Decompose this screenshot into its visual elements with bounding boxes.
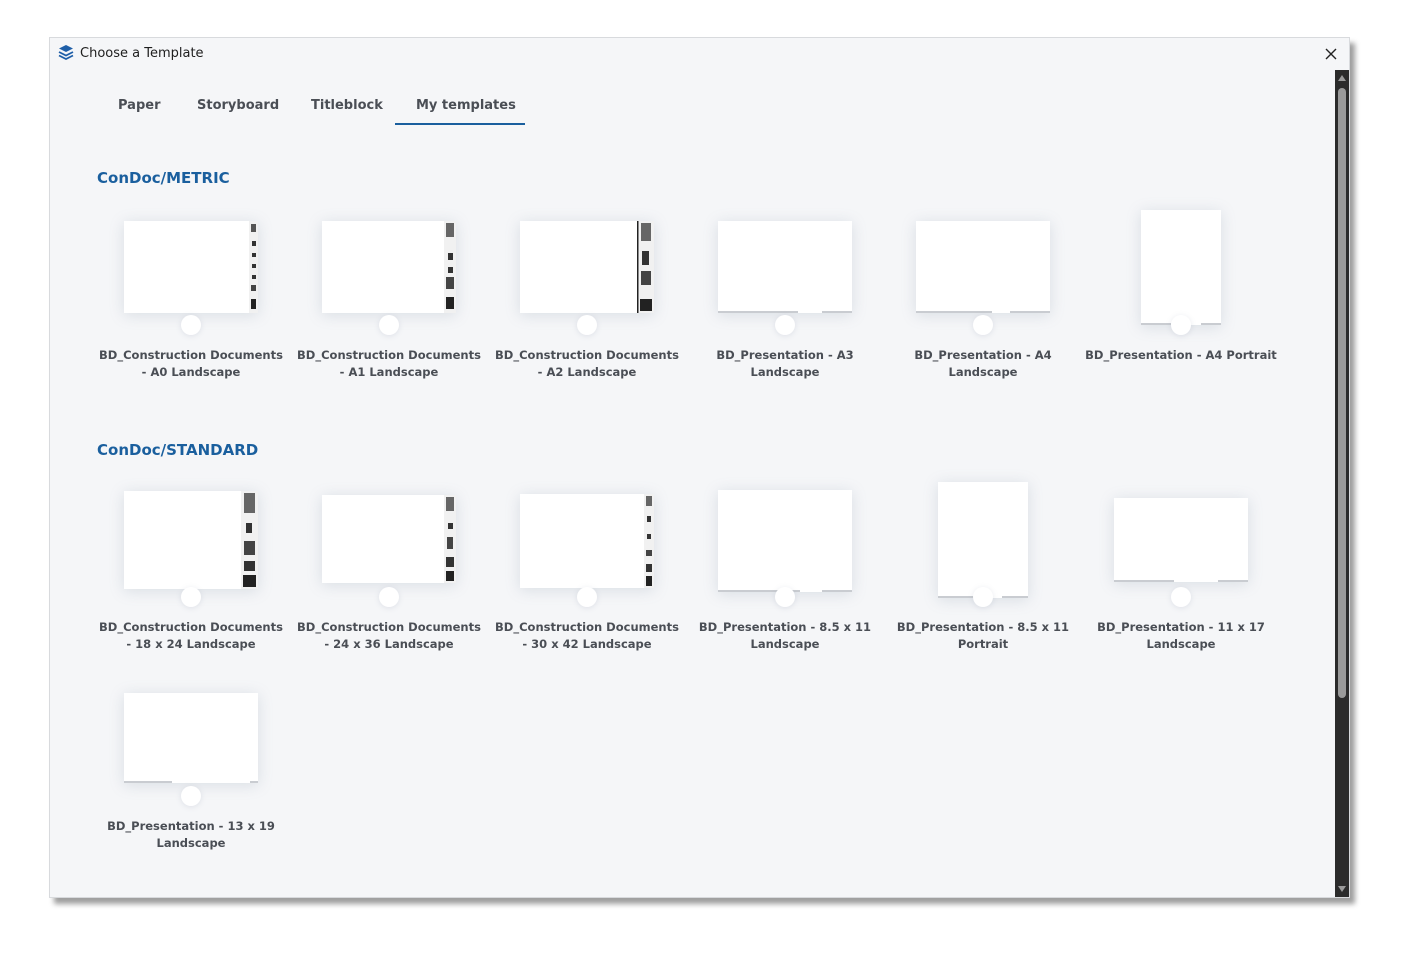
template-thumbnail (322, 495, 456, 583)
template-label: BD_Construction Documents - A2 Landscape (495, 348, 679, 379)
select-dot (973, 587, 993, 607)
template-label: BD_Presentation - 8.5 x 11 Portrait (896, 620, 1070, 651)
template-thumbnail (520, 221, 654, 313)
scroll-down-icon[interactable] (1338, 885, 1346, 893)
select-dot (577, 315, 597, 335)
select-dot (181, 315, 201, 335)
template-card[interactable]: BD_Construction Documents - 18 x 24 Lands… (92, 482, 290, 662)
template-label: BD_Construction Documents - 30 x 42 Lands… (495, 620, 679, 651)
template-card[interactable]: BD_Construction Documents - A0 Landscape (92, 210, 290, 390)
tab-paper[interactable]: Paper (118, 98, 161, 113)
select-dot (577, 587, 597, 607)
select-dot (1171, 315, 1191, 335)
template-tabs: Paper Storyboard Titleblock My templates (50, 94, 650, 128)
template-card[interactable]: BD_Presentation - 11 x 17 Landscape (1082, 482, 1280, 662)
template-thumbnail (322, 221, 456, 313)
template-thumbnail (916, 221, 1050, 313)
template-thumbnail (124, 693, 258, 783)
template-card[interactable]: BD_Presentation - 8.5 x 11 Landscape (686, 482, 884, 662)
window-title: Choose a Template (80, 46, 204, 61)
select-dot (181, 786, 201, 806)
template-thumbnail (520, 494, 654, 588)
layers-icon (58, 44, 74, 62)
template-label: BD_Presentation - A4 Portrait (1085, 348, 1277, 362)
template-label: BD_Presentation - 8.5 x 11 Landscape (698, 620, 872, 651)
select-dot (973, 315, 993, 335)
select-dot (181, 587, 201, 607)
tab-my-templates[interactable]: My templates (416, 98, 516, 113)
template-thumbnail (718, 221, 852, 313)
template-label: BD_Construction Documents - 18 x 24 Lands… (99, 620, 283, 651)
select-dot (775, 587, 795, 607)
template-card[interactable]: BD_Construction Documents - 24 x 36 Lands… (290, 482, 488, 662)
template-card[interactable]: BD_Presentation - 13 x 19 Landscape (92, 681, 290, 861)
select-dot (775, 315, 795, 335)
template-thumbnail (124, 221, 258, 313)
section-title-standard: ConDoc/STANDARD (97, 441, 259, 459)
tab-titleblock[interactable]: Titleblock (311, 98, 383, 113)
scroll-up-icon[interactable] (1338, 74, 1346, 82)
close-button[interactable] (1319, 42, 1343, 66)
title-bar: Choose a Template (50, 38, 1349, 70)
template-card[interactable]: BD_Construction Documents - 30 x 42 Lands… (488, 482, 686, 662)
tab-storyboard[interactable]: Storyboard (197, 98, 279, 113)
template-label: BD_Presentation - 13 x 19 Landscape (107, 819, 275, 850)
template-label: BD_Construction Documents - A0 Landscape (99, 348, 283, 379)
close-icon (1325, 48, 1337, 60)
template-card[interactable]: BD_Presentation - A4 Portrait (1082, 210, 1280, 390)
template-card[interactable]: BD_Presentation - A4 Landscape (884, 210, 1082, 390)
select-dot (379, 587, 399, 607)
template-label: BD_Presentation - A3 Landscape (716, 348, 854, 379)
choose-template-dialog: Choose a Template Paper Storyboard Title… (49, 37, 1350, 898)
template-card[interactable]: BD_Construction Documents - A1 Landscape (290, 210, 488, 390)
select-dot (1171, 587, 1191, 607)
active-tab-indicator (395, 123, 525, 125)
template-label: BD_Construction Documents - 24 x 36 Lands… (297, 620, 481, 651)
template-card[interactable]: BD_Construction Documents - A2 Landscape (488, 210, 686, 390)
template-thumbnail (124, 491, 258, 589)
template-card[interactable]: BD_Presentation - A3 Landscape (686, 210, 884, 390)
template-label: BD_Presentation - A4 Landscape (914, 348, 1052, 379)
select-dot (379, 315, 399, 335)
template-thumbnail (938, 482, 1028, 598)
template-thumbnail (1141, 210, 1221, 325)
template-label: BD_Presentation - 11 x 17 Landscape (1097, 620, 1265, 651)
template-card[interactable]: BD_Presentation - 8.5 x 11 Portrait (884, 482, 1082, 662)
template-thumbnail (1114, 498, 1248, 582)
section-title-metric: ConDoc/METRIC (97, 169, 230, 187)
template-label: BD_Construction Documents - A1 Landscape (297, 348, 481, 379)
template-thumbnail (718, 490, 852, 592)
scrollbar-thumb[interactable] (1338, 88, 1346, 698)
vertical-scrollbar[interactable] (1335, 70, 1349, 897)
